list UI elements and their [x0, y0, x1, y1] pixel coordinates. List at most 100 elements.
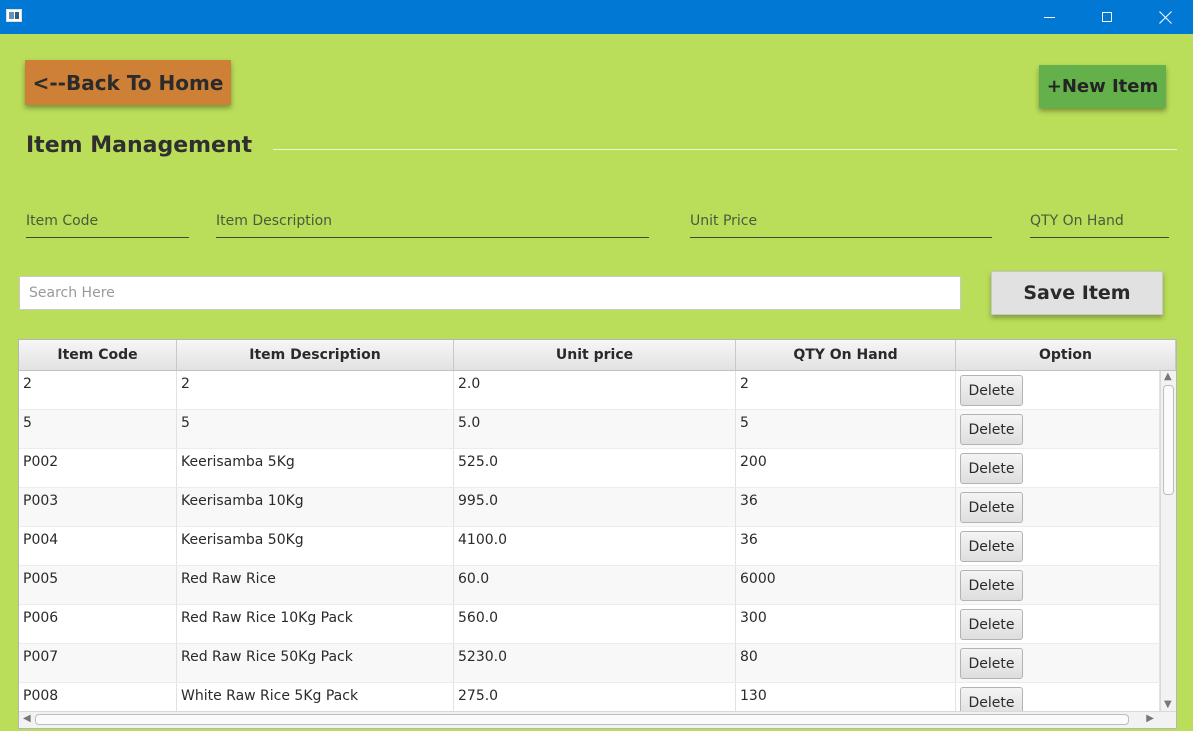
title-divider	[273, 149, 1177, 150]
scroll-left-icon[interactable]: ◀	[23, 714, 31, 724]
cell-item-description: 5	[177, 410, 454, 448]
column-header-qty-on-hand[interactable]: QTY On Hand	[736, 340, 956, 370]
column-header-option[interactable]: Option	[956, 340, 1176, 370]
save-item-button[interactable]: Save Item	[991, 271, 1163, 315]
qty-on-hand-field[interactable]: QTY On Hand	[1030, 213, 1169, 238]
delete-button[interactable]: Delete	[960, 453, 1023, 484]
cell-item-description: Keerisamba 10Kg	[177, 488, 454, 526]
cell-option: Delete	[956, 488, 1160, 526]
table-row[interactable]: P005 Red Raw Rice 60.0 6000 Delete	[19, 566, 1160, 605]
cell-qty-on-hand: 2	[736, 371, 956, 409]
table-header: Item Code Item Description Unit price QT…	[19, 340, 1176, 371]
delete-button[interactable]: Delete	[960, 609, 1023, 640]
item-code-label: Item Code	[26, 213, 99, 229]
scroll-right-icon[interactable]: ▶	[1146, 714, 1154, 724]
delete-button[interactable]: Delete	[960, 687, 1023, 711]
cell-option: Delete	[956, 527, 1160, 565]
cell-qty-on-hand: 36	[736, 488, 956, 526]
horizontal-scroll-thumb[interactable]	[35, 714, 1129, 725]
table-row[interactable]: 5 5 5.0 5 Delete	[19, 410, 1160, 449]
item-code-field[interactable]: Item Code	[26, 213, 189, 238]
delete-button[interactable]: Delete	[960, 570, 1023, 601]
unit-price-label: Unit Price	[690, 213, 758, 229]
cell-option: Delete	[956, 644, 1160, 682]
maximize-icon	[1102, 12, 1112, 22]
cell-unit-price: 995.0	[454, 488, 736, 526]
cell-item-description: Red Raw Rice 10Kg Pack	[177, 605, 454, 643]
column-header-item-code[interactable]: Item Code	[19, 340, 177, 370]
page-title: Item Management	[26, 133, 253, 158]
cell-unit-price: 525.0	[454, 449, 736, 487]
delete-button[interactable]: Delete	[960, 414, 1023, 445]
vertical-scroll-thumb[interactable]	[1163, 385, 1174, 495]
cell-item-description: 2	[177, 371, 454, 409]
table-row[interactable]: P003 Keerisamba 10Kg 995.0 36 Delete	[19, 488, 1160, 527]
minimize-button[interactable]	[1020, 0, 1078, 34]
delete-button[interactable]: Delete	[960, 531, 1023, 562]
cell-qty-on-hand: 200	[736, 449, 956, 487]
back-to-home-button[interactable]: <--Back To Home	[25, 60, 231, 105]
cell-unit-price: 2.0	[454, 371, 736, 409]
table-row[interactable]: P002 Keerisamba 5Kg 525.0 200 Delete	[19, 449, 1160, 488]
cell-unit-price: 5.0	[454, 410, 736, 448]
cell-qty-on-hand: 300	[736, 605, 956, 643]
cell-option: Delete	[956, 605, 1160, 643]
column-header-unit-price[interactable]: Unit price	[454, 340, 736, 370]
scroll-down-icon[interactable]: ▼	[1164, 700, 1172, 710]
cell-item-code: P005	[19, 566, 177, 604]
cell-item-description: Keerisamba 5Kg	[177, 449, 454, 487]
vertical-scrollbar[interactable]: ▲ ▼	[1160, 371, 1176, 711]
column-header-item-description[interactable]: Item Description	[177, 340, 454, 370]
app-window-icon	[6, 9, 22, 22]
close-icon	[1159, 11, 1172, 24]
cell-qty-on-hand: 5	[736, 410, 956, 448]
cell-item-description: Red Raw Rice 50Kg Pack	[177, 644, 454, 682]
table-row[interactable]: P006 Red Raw Rice 10Kg Pack 560.0 300 De…	[19, 605, 1160, 644]
cell-unit-price: 5230.0	[454, 644, 736, 682]
table-row[interactable]: P008 White Raw Rice 5Kg Pack 275.0 130 D…	[19, 683, 1160, 711]
cell-item-code: 5	[19, 410, 177, 448]
cell-item-description: Red Raw Rice	[177, 566, 454, 604]
cell-item-description: Keerisamba 50Kg	[177, 527, 454, 565]
cell-option: Delete	[956, 371, 1160, 409]
cell-unit-price: 60.0	[454, 566, 736, 604]
cell-item-code: P008	[19, 683, 177, 711]
cell-item-code: 2	[19, 371, 177, 409]
cell-option: Delete	[956, 410, 1160, 448]
cell-qty-on-hand: 6000	[736, 566, 956, 604]
cell-option: Delete	[956, 566, 1160, 604]
qty-on-hand-label: QTY On Hand	[1030, 213, 1124, 229]
cell-unit-price: 275.0	[454, 683, 736, 711]
cell-item-code: P004	[19, 527, 177, 565]
unit-price-field[interactable]: Unit Price	[690, 213, 992, 238]
cell-item-code: P006	[19, 605, 177, 643]
table-row[interactable]: 2 2 2.0 2 Delete	[19, 371, 1160, 410]
cell-item-code: P007	[19, 644, 177, 682]
close-button[interactable]	[1136, 0, 1193, 34]
window-titlebar	[0, 0, 1193, 34]
items-table: Item Code Item Description Unit price QT…	[18, 339, 1177, 729]
cell-item-code: P003	[19, 488, 177, 526]
cell-item-code: P002	[19, 449, 177, 487]
cell-option: Delete	[956, 449, 1160, 487]
minimize-icon	[1043, 16, 1055, 18]
item-description-label: Item Description	[216, 213, 333, 229]
item-description-field[interactable]: Item Description	[216, 213, 649, 238]
cell-qty-on-hand: 130	[736, 683, 956, 711]
new-item-button[interactable]: +New Item	[1039, 65, 1166, 108]
cell-qty-on-hand: 80	[736, 644, 956, 682]
search-input[interactable]	[19, 276, 961, 310]
delete-button[interactable]: Delete	[960, 648, 1023, 679]
table-row[interactable]: P004 Keerisamba 50Kg 4100.0 36 Delete	[19, 527, 1160, 566]
cell-unit-price: 4100.0	[454, 527, 736, 565]
horizontal-scrollbar[interactable]: ◀ ▶	[19, 711, 1176, 728]
cell-unit-price: 560.0	[454, 605, 736, 643]
cell-item-description: White Raw Rice 5Kg Pack	[177, 683, 454, 711]
scroll-up-icon[interactable]: ▲	[1164, 372, 1172, 382]
maximize-button[interactable]	[1078, 0, 1136, 34]
delete-button[interactable]: Delete	[960, 375, 1023, 406]
table-row[interactable]: P007 Red Raw Rice 50Kg Pack 5230.0 80 De…	[19, 644, 1160, 683]
cell-option: Delete	[956, 683, 1160, 711]
table-body: 2 2 2.0 2 Delete 5 5 5.0 5 Delete P002 K…	[19, 371, 1160, 711]
delete-button[interactable]: Delete	[960, 492, 1023, 523]
